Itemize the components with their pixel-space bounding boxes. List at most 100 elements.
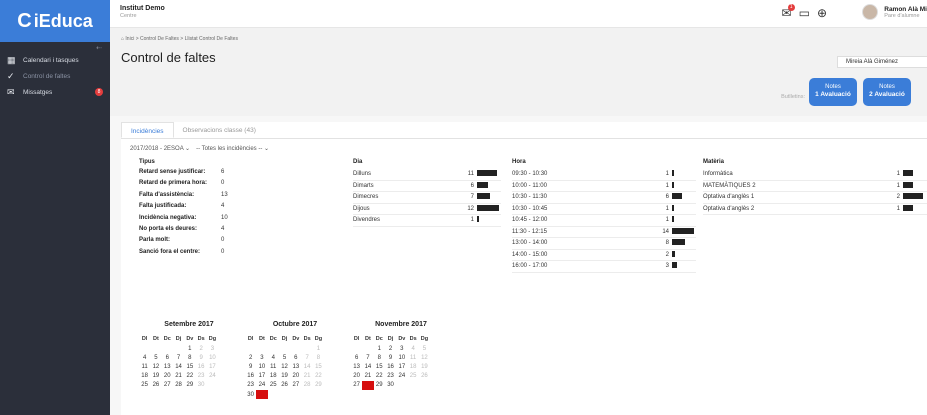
calendar-day[interactable]: 7 bbox=[301, 353, 312, 362]
calendar-day[interactable]: 28 bbox=[301, 381, 312, 390]
calendar-day[interactable]: 18 bbox=[139, 372, 150, 381]
calendar-day[interactable]: 15 bbox=[184, 362, 195, 371]
calendar-day[interactable]: 22 bbox=[374, 372, 385, 381]
incident-type-select[interactable]: -- Totes les incidències -- ⌄ bbox=[196, 145, 269, 152]
calendar-day[interactable]: 10 bbox=[256, 362, 267, 371]
calendar-day[interactable]: 30 bbox=[195, 381, 206, 390]
calendar-day[interactable]: 1 bbox=[184, 344, 195, 353]
calendar-day[interactable]: 4 bbox=[407, 344, 418, 353]
calendar-day[interactable]: 9 bbox=[245, 362, 256, 371]
calendar-day[interactable]: 20 bbox=[351, 372, 362, 381]
calendar-day[interactable]: 5 bbox=[419, 344, 430, 353]
calendar-day[interactable]: 4 bbox=[139, 353, 150, 362]
calendar-day[interactable]: 21 bbox=[362, 372, 373, 381]
calendar-day[interactable]: 19 bbox=[419, 362, 430, 371]
year-group-select[interactable]: 2017/2018 - 2ESOA ⌄ bbox=[130, 145, 190, 152]
calendar-day[interactable]: 30 bbox=[245, 390, 256, 399]
calendar-day[interactable]: 24 bbox=[207, 372, 218, 381]
calendar-day[interactable]: 29 bbox=[374, 381, 385, 390]
calendar-day[interactable]: 16 bbox=[245, 372, 256, 381]
calendar-day[interactable]: 2 bbox=[195, 344, 206, 353]
calendar-day[interactable]: 13 bbox=[162, 362, 173, 371]
calendar-day[interactable]: 19 bbox=[279, 372, 290, 381]
calendar-day[interactable]: 12 bbox=[419, 353, 430, 362]
calendar-day[interactable]: 18 bbox=[268, 372, 279, 381]
calendar-day[interactable]: 3 bbox=[256, 353, 267, 362]
calendar-day[interactable]: 8 bbox=[184, 353, 195, 362]
notes-1-avaluacio-button[interactable]: Notes 1 Avaluació bbox=[809, 78, 857, 106]
calendar-day[interactable]: 1 bbox=[313, 344, 324, 353]
calendar-day[interactable]: 14 bbox=[301, 362, 312, 371]
calendar-day[interactable]: 11 bbox=[139, 362, 150, 371]
calendar-day[interactable]: 28 bbox=[362, 380, 374, 390]
calendar-day[interactable]: 30 bbox=[385, 381, 396, 390]
tab-observacions[interactable]: Observacions classe (43) bbox=[174, 122, 265, 138]
calendar-day[interactable]: 22 bbox=[313, 372, 324, 381]
calendar-day[interactable]: 19 bbox=[150, 372, 161, 381]
calendar-day[interactable]: 20 bbox=[290, 372, 301, 381]
calendar-day[interactable]: 16 bbox=[195, 362, 206, 371]
calendar-day[interactable]: 3 bbox=[396, 344, 407, 353]
calendar-day[interactable]: 22 bbox=[184, 372, 195, 381]
app-logo[interactable]: C iEduca bbox=[0, 0, 110, 42]
calendar-day[interactable]: 20 bbox=[162, 372, 173, 381]
calendar-day[interactable]: 13 bbox=[290, 362, 301, 371]
calendar-day[interactable]: 5 bbox=[279, 353, 290, 362]
calendar-icon[interactable]: ▭ bbox=[799, 6, 810, 20]
calendar-day[interactable]: 27 bbox=[290, 381, 301, 390]
calendar-day[interactable]: 25 bbox=[139, 381, 150, 390]
calendar-day[interactable]: 6 bbox=[162, 353, 173, 362]
calendar-day[interactable]: 21 bbox=[301, 372, 312, 381]
calendar-day[interactable]: 11 bbox=[407, 353, 418, 362]
calendar-day[interactable]: 21 bbox=[173, 372, 184, 381]
calendar-day[interactable]: 8 bbox=[313, 353, 324, 362]
calendar-day[interactable]: 4 bbox=[268, 353, 279, 362]
calendar-day[interactable]: 17 bbox=[396, 362, 407, 371]
sidebar-item-calendar[interactable]: ▦ Calendari i tasques bbox=[0, 52, 110, 68]
calendar-day[interactable]: 23 bbox=[245, 381, 256, 390]
calendar-day[interactable]: 23 bbox=[385, 372, 396, 381]
calendar-day[interactable]: 24 bbox=[396, 372, 407, 381]
calendar-day[interactable]: 12 bbox=[150, 362, 161, 371]
calendar-day[interactable]: 17 bbox=[207, 362, 218, 371]
calendar-day[interactable]: 17 bbox=[256, 372, 267, 381]
calendar-day[interactable]: 12 bbox=[279, 362, 290, 371]
lifebuoy-icon[interactable]: ⊕ bbox=[817, 6, 827, 20]
calendar-day[interactable]: 2 bbox=[245, 353, 256, 362]
calendar-day[interactable]: 27 bbox=[351, 381, 362, 390]
calendar-day[interactable]: 10 bbox=[207, 353, 218, 362]
calendar-day[interactable]: 29 bbox=[184, 381, 195, 390]
calendar-day[interactable]: 26 bbox=[279, 381, 290, 390]
calendar-day[interactable]: 3 bbox=[207, 344, 218, 353]
calendar-day[interactable]: 25 bbox=[407, 372, 418, 381]
mail-icon[interactable]: ✉ 1 bbox=[782, 4, 795, 20]
calendar-day[interactable]: 6 bbox=[351, 353, 362, 362]
calendar-day[interactable]: 7 bbox=[173, 353, 184, 362]
calendar-day[interactable]: 15 bbox=[313, 362, 324, 371]
calendar-day[interactable]: 16 bbox=[385, 362, 396, 371]
calendar-day[interactable]: 15 bbox=[374, 362, 385, 371]
calendar-day[interactable]: 29 bbox=[313, 381, 324, 390]
calendar-day[interactable]: 18 bbox=[407, 362, 418, 371]
calendar-day[interactable]: 23 bbox=[195, 372, 206, 381]
calendar-day[interactable]: 11 bbox=[268, 362, 279, 371]
calendar-day[interactable]: 26 bbox=[150, 381, 161, 390]
calendar-day[interactable]: 28 bbox=[173, 381, 184, 390]
calendar-day[interactable]: 24 bbox=[256, 381, 267, 390]
calendar-day[interactable]: 31 bbox=[256, 389, 268, 400]
calendar-day[interactable]: 25 bbox=[268, 381, 279, 390]
calendar-day[interactable]: 10 bbox=[396, 353, 407, 362]
tab-incidencies[interactable]: Incidències bbox=[121, 122, 174, 138]
calendar-day[interactable]: 14 bbox=[173, 362, 184, 371]
notes-2-avaluacio-button[interactable]: Notes 2 Avaluació bbox=[863, 78, 911, 106]
calendar-day[interactable]: 2 bbox=[385, 344, 396, 353]
user-menu[interactable]: Ramon Alà Mi Pare d'alumne bbox=[862, 4, 927, 20]
calendar-day[interactable]: 9 bbox=[385, 353, 396, 362]
calendar-day[interactable]: 13 bbox=[351, 362, 362, 371]
calendar-day[interactable]: 8 bbox=[374, 353, 385, 362]
calendar-day[interactable]: 26 bbox=[419, 372, 430, 381]
calendar-day[interactable]: 7 bbox=[362, 353, 373, 362]
sidebar-item-control-faltes[interactable]: ✓ Control de faltes bbox=[0, 68, 110, 84]
calendar-day[interactable]: 1 bbox=[374, 344, 385, 353]
sidebar-item-missatges[interactable]: ✉ Missatges 8 bbox=[0, 84, 110, 100]
